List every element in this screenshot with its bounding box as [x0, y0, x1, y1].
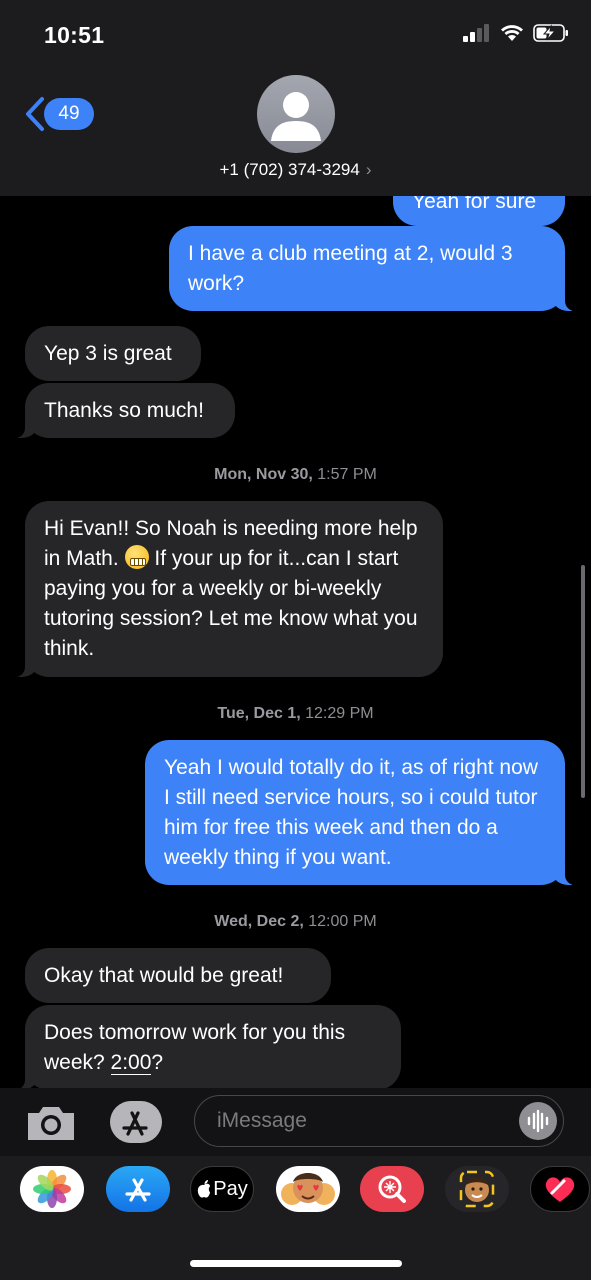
memoji-icon [459, 1170, 495, 1208]
app-store-app-button[interactable] [106, 1166, 170, 1212]
timestamp: Mon, Nov 30, 1:57 PM [214, 466, 377, 483]
message-text: Yep 3 is great [44, 342, 172, 365]
message-incoming[interactable]: Thanks so much! [0, 383, 235, 438]
message-text: Okay that would be great! [44, 964, 284, 987]
message-text: Yeah I would totally do it, as of right … [164, 756, 538, 869]
apple-pay-button[interactable]: Pay [190, 1166, 254, 1212]
memoji-stickers-button[interactable] [276, 1166, 340, 1212]
apple-pay-icon [198, 1180, 211, 1198]
message-incoming[interactable]: Hi Evan!! So Noah is needing more help i… [0, 501, 443, 677]
message-incoming[interactable]: Okay that would be great! [25, 948, 331, 1003]
search-images-icon [378, 1175, 406, 1203]
avatar[interactable] [257, 75, 335, 153]
status-time: 10:51 [44, 22, 105, 48]
memoji-stickers-icon [281, 1173, 335, 1205]
app-store-icon [122, 1111, 148, 1136]
heart-icon [545, 1177, 575, 1202]
contact-name: +1 (702) 374-3294 [219, 160, 360, 179]
photos-icon [33, 1170, 71, 1208]
message-outgoing[interactable]: I have a club meeting at 2, would 3 work… [169, 226, 591, 311]
timestamp: Tue, Dec 1, 12:29 PM [217, 705, 374, 722]
chevron-right-icon: › [365, 160, 372, 179]
apple-pay-label: Pay [213, 1177, 248, 1200]
back-button[interactable]: 49 [24, 96, 94, 132]
conversation-header: 10:51 49 +1 (702) 374-3294 › [0, 0, 591, 196]
waveform-icon [527, 1109, 549, 1133]
camera-icon [28, 1107, 74, 1140]
time-link[interactable]: 2:00 [110, 1051, 152, 1075]
battery-charging-icon [533, 24, 568, 42]
grimacing-face-icon [124, 545, 149, 569]
camera-button[interactable] [24, 1103, 78, 1148]
memoji-button[interactable] [445, 1166, 509, 1212]
message-outgoing[interactable]: Yeah I would totally do it, as of right … [145, 740, 591, 885]
signal-icon [463, 24, 489, 42]
chevron-left-icon [26, 97, 44, 131]
app-store-icon [125, 1178, 151, 1202]
status-icons [463, 24, 569, 42]
app-store-button[interactable] [110, 1101, 162, 1143]
message-field[interactable] [194, 1095, 564, 1147]
contact-name-button[interactable]: +1 (702) 374-3294 › [0, 160, 591, 180]
message-text: I have a club meeting at 2, would 3 work… [188, 242, 513, 295]
scrollbar[interactable] [581, 565, 585, 798]
message-input[interactable] [215, 1108, 509, 1134]
message-text: Thanks so much! [44, 399, 204, 422]
person-icon [271, 92, 321, 141]
message-incoming[interactable]: Does tomorrow work for you this week? 2:… [0, 1005, 401, 1090]
digital-touch-button[interactable] [530, 1166, 590, 1212]
home-indicator[interactable] [190, 1260, 402, 1267]
unread-badge: 49 [44, 98, 94, 130]
wifi-icon [501, 25, 523, 41]
message-incoming[interactable]: Yep 3 is great [25, 326, 201, 381]
timestamp: Wed, Dec 2, 12:00 PM [214, 913, 377, 930]
voice-button[interactable] [519, 1102, 557, 1140]
message-text: Does tomorrow work for you this week? [44, 1021, 346, 1074]
search-images-button[interactable] [360, 1166, 424, 1212]
photos-app-button[interactable] [20, 1166, 84, 1212]
